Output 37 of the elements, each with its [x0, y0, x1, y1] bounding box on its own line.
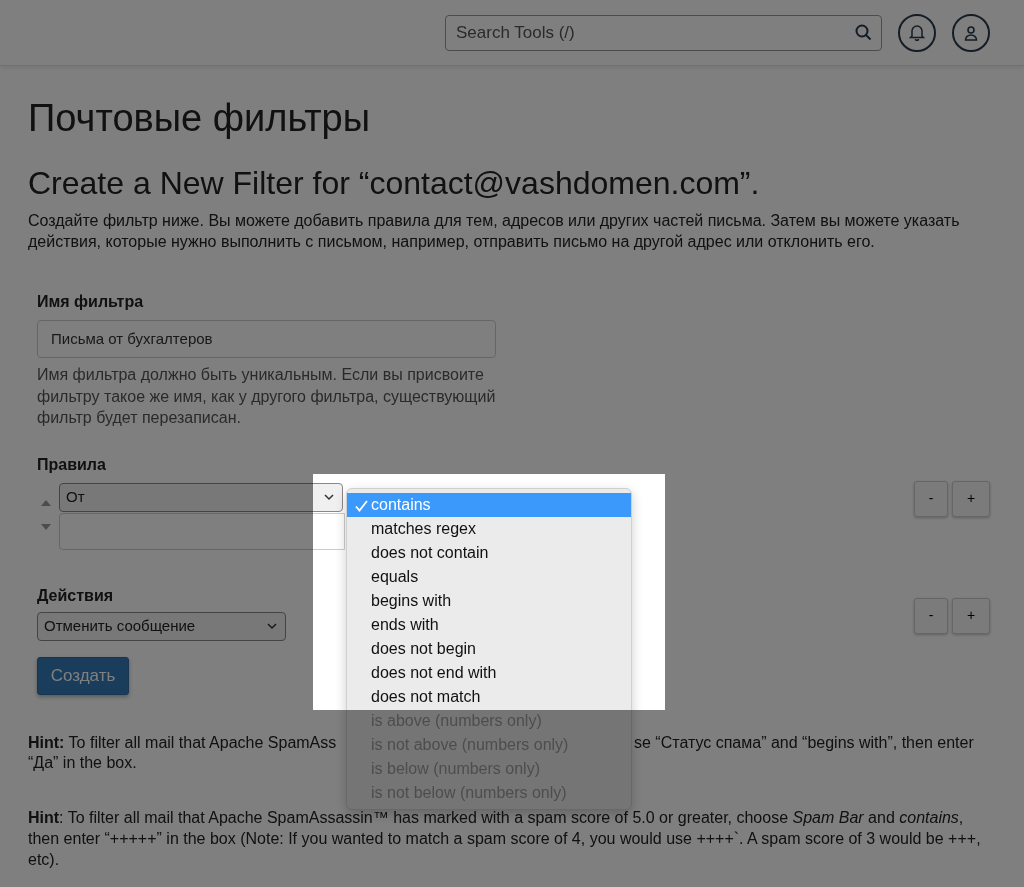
menu-item[interactable]: ends with	[347, 613, 631, 637]
hint-text: se “Статус спама” and “begins with”, then enter	[634, 732, 974, 753]
caret-icon	[267, 622, 277, 630]
menu-item[interactable]: does not begin	[347, 637, 631, 661]
add-action-button[interactable]: +	[952, 597, 990, 634]
remove-rule-button[interactable]: -	[914, 480, 948, 517]
action-select[interactable]: Отменить сообщение	[37, 611, 286, 641]
menu-item[interactable]: does not match	[347, 685, 631, 709]
field-label: Правила	[37, 454, 106, 475]
hint-text: “Да” in the box.	[28, 753, 137, 774]
bell-icon	[909, 24, 925, 41]
menu-item[interactable]: contains	[347, 493, 631, 517]
field-label: Действия	[37, 585, 114, 606]
rule-part-select[interactable]: От	[59, 482, 343, 512]
page-heading: Create a New Filter for “contact@vashdomen.com”.	[28, 163, 761, 202]
add-rule-button[interactable]: +	[952, 480, 990, 517]
intro-text: Создайте фильтр ниже. Вы можете добавить правила для тем, адресов или других частей письма. Затем вы можете указать действия, которые нужно выполнить с письмом, например, отправить письмо на другой адрес или отклонить его.	[28, 211, 961, 253]
caret-icon	[324, 493, 334, 501]
menu-item[interactable]: equals	[347, 565, 631, 589]
hint-text: Hint: To filter all mail that Apache SpamAssassin™ has marked with a spam score of 5.0 or greater, choose Spam Bar and contains, then enter “+++++” in the box (Note: If you wanted to match a spam score of 4, you would use ++++`. A spam score of 3 would be +++, etc).	[28, 808, 982, 870]
notifications-button[interactable]	[898, 13, 936, 52]
user-button[interactable]	[952, 13, 990, 52]
filter-name-field[interactable]: Письма от бухгалтеров	[37, 320, 496, 359]
help-text: Имя фильтра должно быть уникальным. Если вы присвоите фильтру такое же имя, как у другого фильтра, существующий фильтр будет перезаписан.	[37, 365, 497, 429]
user-icon	[964, 24, 978, 41]
hint-text: Hint: To filter all mail that Apache SpamAss	[28, 732, 337, 753]
menu-item[interactable]: begins with	[347, 589, 631, 613]
search-icon	[855, 23, 872, 41]
search-field[interactable]: Search Tools (/)	[445, 14, 882, 51]
menu-item[interactable]: does not end with	[347, 661, 631, 685]
remove-action-button[interactable]: -	[914, 597, 948, 634]
field-label: Имя фильтра	[37, 292, 144, 313]
menu-item[interactable]: does not contain	[347, 541, 631, 565]
create-button[interactable]: Создать	[37, 656, 129, 695]
menu-item[interactable]: matches regex	[347, 517, 631, 541]
rule-value-field[interactable]	[59, 512, 345, 550]
page-title: Почтовые фильтры	[28, 96, 372, 141]
